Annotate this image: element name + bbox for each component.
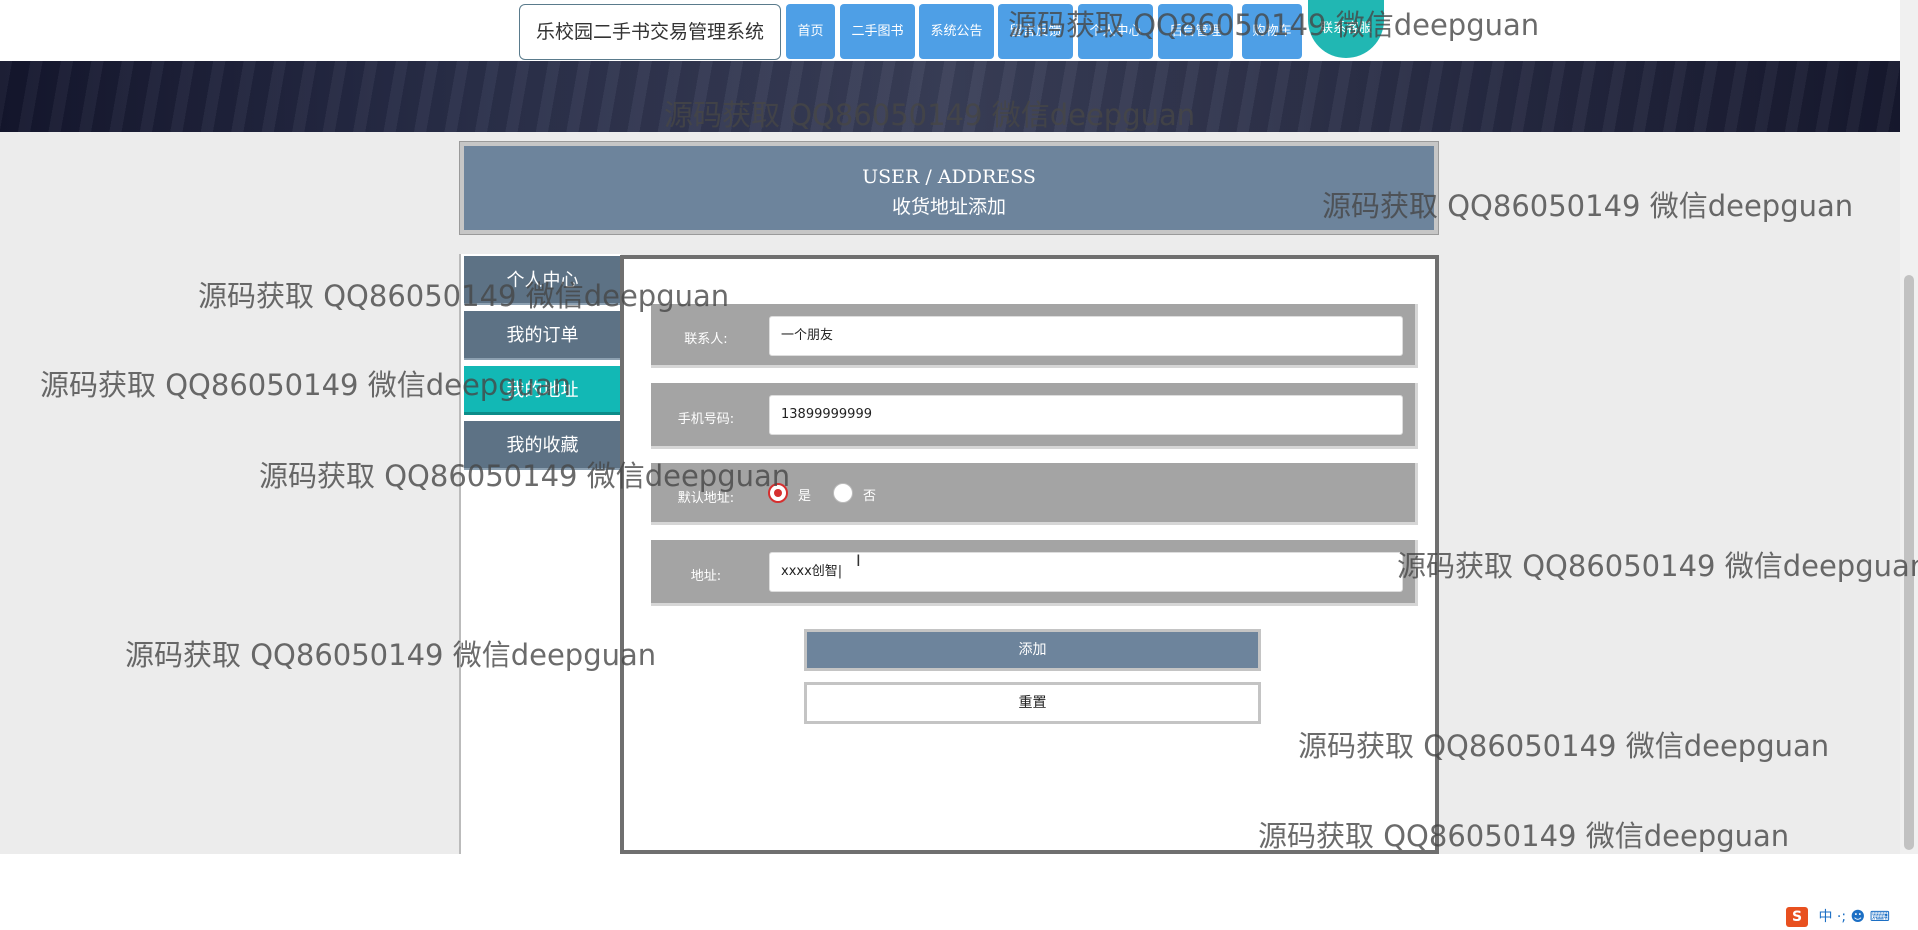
page-footer-area — [0, 854, 1918, 930]
contact-row: 联系人: 一个朋友 — [651, 304, 1418, 368]
address-input[interactable]: xxxx创智| — [769, 552, 1403, 592]
hero-banner-image — [0, 61, 1900, 132]
sidebar-item-user-center[interactable]: 个人中心 — [464, 256, 621, 305]
address-label: 地址: — [690, 569, 722, 584]
scrollbar-thumb[interactable] — [1904, 275, 1914, 850]
address-form-panel: 联系人: 一个朋友 手机号码: 13899999999 默认地址: 是 否 地址… — [620, 255, 1439, 854]
ime-status-label: 中 ·; ☻ ⌨ — [1818, 909, 1890, 925]
default-no-label: 否 — [863, 489, 877, 504]
page-title-zh: 收货地址添加 — [891, 196, 1006, 218]
ime-tray[interactable]: S 中 ·; ☻ ⌨ — [1786, 906, 1918, 930]
nav-announcements[interactable]: 系统公告 — [919, 4, 994, 59]
default-yes-label: 是 — [798, 489, 812, 504]
page-title-block: USER / ADDRESS 收货地址添加 — [460, 142, 1438, 234]
top-navigation-bar: 乐校园二手书交易管理系统 首页 二手图书 系统公告 留言反馈 个人中心 后台管理… — [0, 0, 1900, 61]
phone-label: 手机号码: — [677, 412, 735, 427]
reset-button[interactable]: 重置 — [804, 682, 1261, 724]
site-title[interactable]: 乐校园二手书交易管理系统 — [519, 4, 781, 60]
vertical-scrollbar[interactable] — [1900, 0, 1918, 854]
contact-input[interactable]: 一个朋友 — [769, 316, 1403, 356]
user-sidebar: 个人中心 我的订单 我的地址 我的收藏 — [459, 254, 621, 854]
sogou-ime-icon[interactable]: S — [1786, 907, 1808, 927]
sidebar-item-my-orders[interactable]: 我的订单 — [464, 311, 621, 360]
sidebar-item-my-address[interactable]: 我的地址 — [464, 366, 621, 415]
phone-row: 手机号码: 13899999999 — [651, 383, 1418, 449]
add-address-button[interactable]: 添加 — [804, 629, 1261, 671]
contact-service-button[interactable]: 联系客服 — [1308, 0, 1384, 58]
nav-feedback[interactable]: 留言反馈 — [998, 4, 1073, 59]
nav-admin[interactable]: 后台管理 — [1158, 4, 1233, 59]
nav-used-books[interactable]: 二手图书 — [840, 4, 915, 59]
default-address-label: 默认地址: — [677, 491, 735, 506]
default-no-radio[interactable] — [833, 483, 853, 503]
page-title-en: USER / ADDRESS — [862, 166, 1036, 188]
phone-input[interactable]: 13899999999 — [769, 395, 1403, 435]
contact-label: 联系人: — [684, 332, 728, 347]
default-yes-radio[interactable] — [768, 483, 788, 503]
address-row: 地址: xxxx创智| — [651, 540, 1418, 606]
default-address-row: 默认地址: 是 否 — [651, 463, 1418, 525]
sidebar-item-my-favorites[interactable]: 我的收藏 — [464, 421, 621, 470]
text-cursor-icon: I — [856, 551, 861, 570]
nav-cart[interactable]: 购物车 — [1242, 4, 1302, 59]
nav-home[interactable]: 首页 — [786, 4, 835, 59]
nav-user-center[interactable]: 个人中心 — [1078, 4, 1153, 59]
watermark: 源码获取 QQ86050149 微信deepguan — [1397, 549, 1918, 583]
